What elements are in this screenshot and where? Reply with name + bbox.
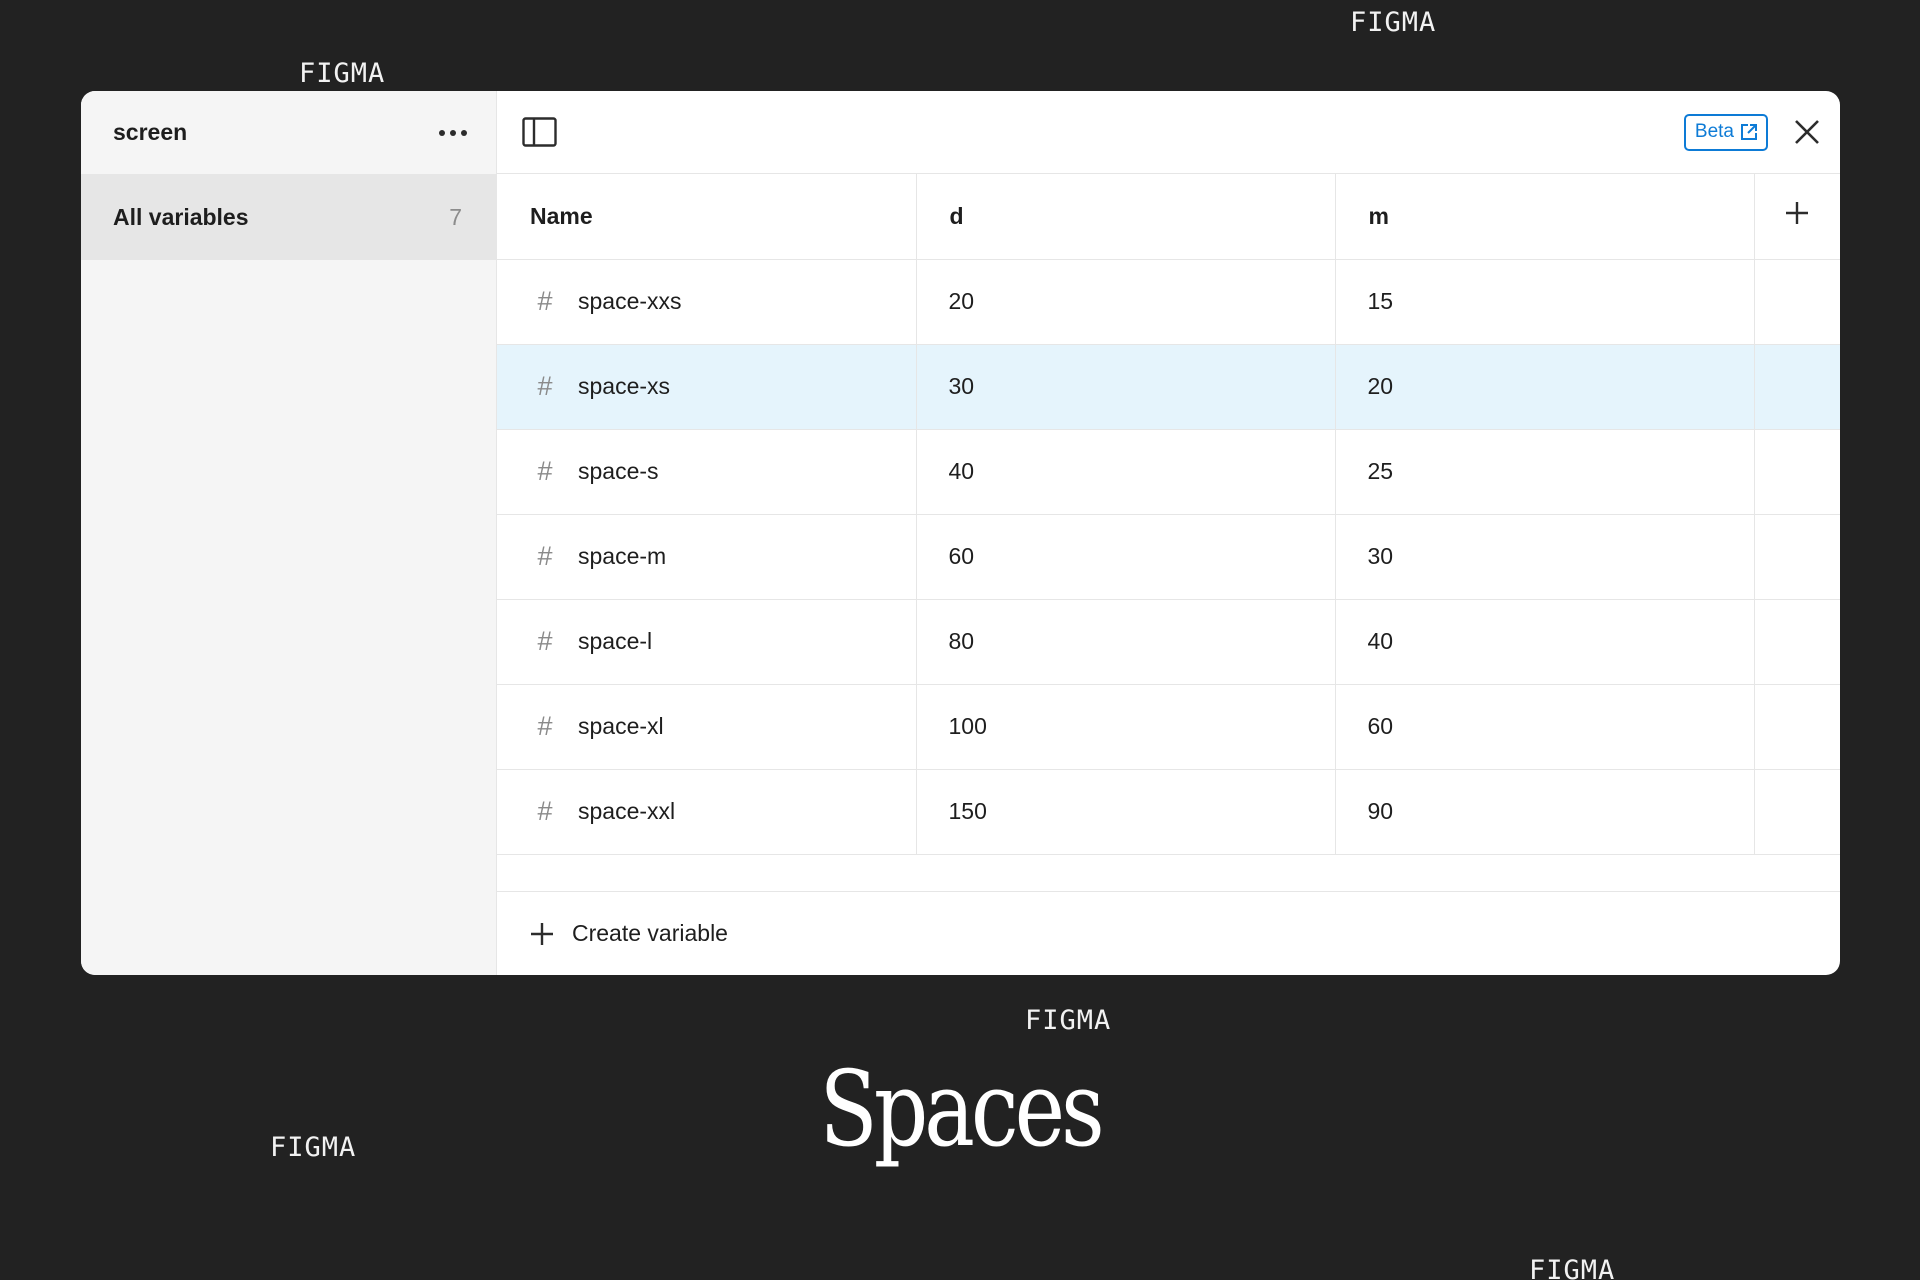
variable-name: space-m (578, 543, 667, 569)
beta-label: Beta (1694, 121, 1734, 142)
page: FIGMA FIGMA FIGMA FIGMA FIGMA Spaces scr… (0, 0, 1920, 1280)
figma-watermark: FIGMA (1350, 7, 1437, 38)
create-variable-label: Create variable (572, 920, 728, 946)
variable-name-cell[interactable]: # space-m (497, 514, 917, 600)
number-type-icon: # (537, 456, 553, 486)
variable-name-cell[interactable]: # space-xs (497, 344, 917, 430)
empty-cell (1754, 769, 1840, 855)
collection-name[interactable]: screen (113, 119, 187, 146)
number-type-icon: # (537, 796, 553, 826)
table-row[interactable]: # space-xxl 150 90 (497, 769, 1840, 855)
empty-cell (1754, 514, 1840, 600)
variable-name: space-l (578, 628, 653, 654)
empty-cell (1754, 429, 1840, 515)
variable-name-cell[interactable]: # space-s (497, 429, 917, 515)
value-cell-d[interactable]: 150 (916, 769, 1336, 855)
column-header-mode-m[interactable]: m (1335, 174, 1755, 260)
number-type-icon: # (537, 541, 553, 571)
variable-name-cell[interactable]: # space-xxl (497, 769, 917, 855)
variables-panel: screen All variables 7 Beta Name d m # s… (81, 91, 1840, 975)
column-header-name[interactable]: Name (497, 174, 917, 260)
variable-name: space-xs (578, 373, 671, 399)
empty-cell (1754, 684, 1840, 770)
value-cell-m[interactable]: 30 (1335, 514, 1755, 600)
variable-name-cell[interactable]: # space-xl (497, 684, 917, 770)
number-type-icon: # (537, 371, 553, 401)
plus-icon (531, 922, 553, 945)
toolbar-actions: Beta (1683, 113, 1820, 151)
table-row-selected[interactable]: # space-xs 30 20 (497, 344, 1840, 430)
empty-cell (1754, 259, 1840, 345)
value-cell-d[interactable]: 100 (916, 684, 1336, 770)
variable-name-cell[interactable]: # space-xxs (497, 259, 917, 345)
number-type-icon: # (537, 286, 553, 316)
close-icon[interactable] (1794, 119, 1820, 145)
sidebar-item-count: 7 (449, 203, 462, 230)
column-header-mode-d[interactable]: d (916, 174, 1336, 260)
external-link-icon (1741, 124, 1757, 140)
create-variable-button[interactable]: Create variable (497, 891, 1840, 975)
variable-name: space-s (578, 458, 659, 484)
main-area: Beta Name d m # space-xxs 20 15 # space-… (497, 91, 1840, 975)
toolbar: Beta (497, 91, 1840, 174)
table-row[interactable]: # space-l 80 40 (497, 599, 1840, 685)
variable-name: space-xxs (578, 288, 682, 314)
table-row[interactable]: # space-xl 100 60 (497, 684, 1840, 770)
page-title: Spaces (819, 1048, 1104, 1170)
sidebar-header: screen (81, 91, 496, 174)
value-cell-m[interactable]: 90 (1335, 769, 1755, 855)
sidebar-item-all-variables[interactable]: All variables 7 (81, 174, 496, 260)
more-options-icon[interactable] (433, 124, 473, 142)
value-cell-m[interactable]: 60 (1335, 684, 1755, 770)
variable-name: space-xxl (578, 798, 676, 824)
value-cell-d[interactable]: 60 (916, 514, 1336, 600)
sidebar: screen All variables 7 (81, 91, 497, 975)
value-cell-m[interactable]: 40 (1335, 599, 1755, 685)
figma-watermark: FIGMA (1025, 1005, 1112, 1036)
plus-icon (1786, 202, 1809, 225)
number-type-icon: # (537, 711, 553, 741)
figma-watermark: FIGMA (299, 58, 386, 89)
toggle-sidebar-icon[interactable] (522, 117, 557, 147)
empty-cell (1754, 344, 1840, 430)
sidebar-item-label: All variables (113, 203, 249, 230)
value-cell-m[interactable]: 25 (1335, 429, 1755, 515)
value-cell-d[interactable]: 30 (916, 344, 1336, 430)
figma-watermark: FIGMA (1529, 1255, 1616, 1280)
table-row[interactable]: # space-m 60 30 (497, 514, 1840, 600)
value-cell-m[interactable]: 20 (1335, 344, 1755, 430)
table-row[interactable]: # space-xxs 20 15 (497, 259, 1840, 345)
add-mode-button[interactable] (1754, 174, 1840, 260)
value-cell-d[interactable]: 40 (916, 429, 1336, 515)
value-cell-d[interactable]: 20 (916, 259, 1336, 345)
beta-badge[interactable]: Beta (1683, 113, 1768, 151)
variable-name: space-xl (578, 713, 664, 739)
table-header-row: Name d m (497, 174, 1840, 260)
value-cell-m[interactable]: 15 (1335, 259, 1755, 345)
value-cell-d[interactable]: 80 (916, 599, 1336, 685)
variable-name-cell[interactable]: # space-l (497, 599, 917, 685)
empty-cell (1754, 599, 1840, 685)
variables-table: Name d m # space-xxs 20 15 # space-xs 30… (497, 174, 1840, 855)
number-type-icon: # (537, 626, 553, 656)
table-row[interactable]: # space-s 40 25 (497, 429, 1840, 515)
